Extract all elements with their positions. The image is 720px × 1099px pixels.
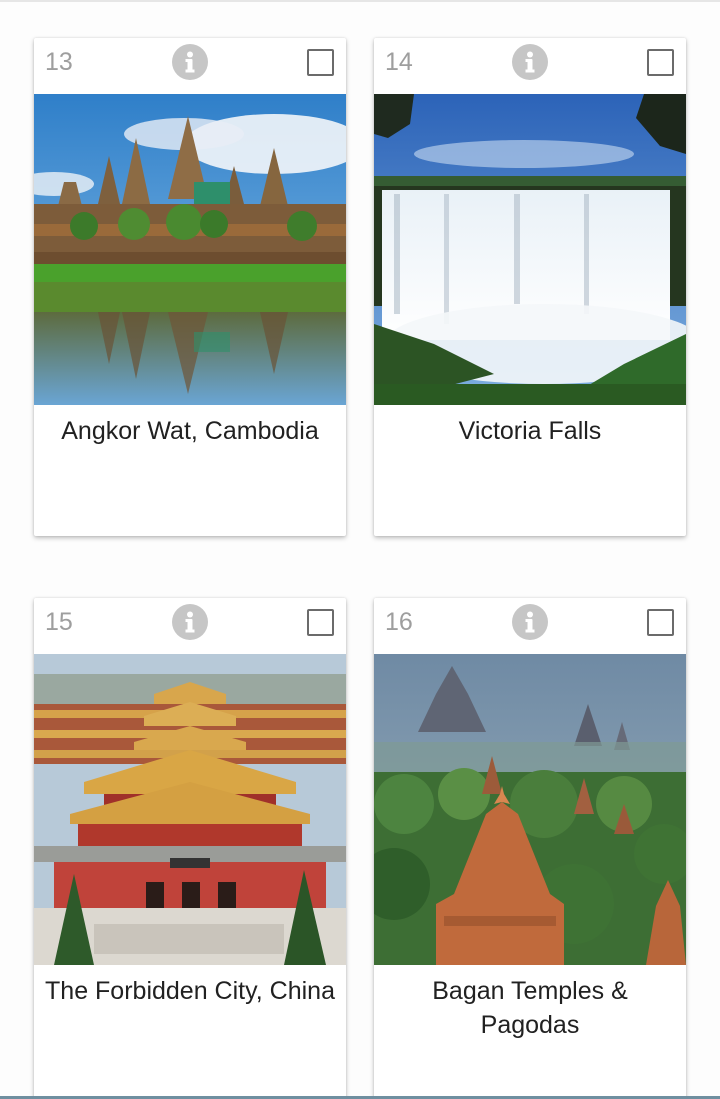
card-number: 13 — [45, 48, 73, 76]
card-header: 15 — [34, 598, 346, 654]
angkor-wat-photo[interactable] — [34, 94, 346, 405]
destination-card-15[interactable]: 15 The Forbidden City, China — [34, 598, 346, 1099]
destination-card-14[interactable]: 14 Victoria Falls — [374, 38, 686, 536]
card-title: Bagan Temples & Pagodas — [432, 977, 628, 1039]
card-number: 15 — [45, 608, 73, 636]
info-icon[interactable] — [172, 604, 208, 640]
card-grid-page: 13 Angkor Wat, Cambodia 14 Victoria Fall… — [0, 0, 720, 1099]
info-icon[interactable] — [512, 604, 548, 640]
bagan-temples-photo[interactable] — [374, 654, 686, 965]
victoria-falls-photo[interactable] — [374, 94, 686, 405]
destination-card-13[interactable]: 13 Angkor Wat, Cambodia — [34, 38, 346, 536]
select-checkbox[interactable] — [307, 609, 334, 636]
top-divider — [0, 0, 720, 2]
card-title: Victoria Falls — [458, 417, 602, 445]
card-header: 13 — [34, 38, 346, 94]
card-title: Angkor Wat, Cambodia — [61, 417, 319, 445]
card-title: The Forbidden City, China — [45, 977, 335, 1005]
select-checkbox[interactable] — [647, 609, 674, 636]
select-checkbox[interactable] — [307, 49, 334, 76]
info-icon[interactable] — [172, 44, 208, 80]
card-header: 16 — [374, 598, 686, 654]
info-icon[interactable] — [512, 44, 548, 80]
forbidden-city-photo[interactable] — [34, 654, 346, 965]
card-number: 16 — [385, 608, 413, 636]
card-header: 14 — [374, 38, 686, 94]
select-checkbox[interactable] — [647, 49, 674, 76]
destination-card-16[interactable]: 16 Bagan Temples & Pagodas — [374, 598, 686, 1099]
card-number: 14 — [385, 48, 413, 76]
